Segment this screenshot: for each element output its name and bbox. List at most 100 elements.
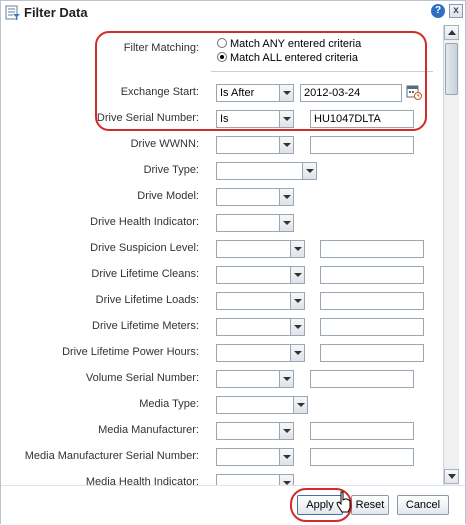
match-all-radio[interactable]: Match ALL entered criteria bbox=[217, 52, 358, 64]
volume-serial-number-label: Volume Serial Number: bbox=[85, 372, 199, 384]
media-manufacturer-label: Media Manufacturer: bbox=[98, 424, 199, 436]
chevron-down-icon bbox=[290, 241, 304, 257]
drive-lifetime-meters-input[interactable] bbox=[320, 318, 424, 336]
drive-suspicion-level-operator-select[interactable] bbox=[216, 240, 305, 258]
chevron-down-icon bbox=[290, 319, 304, 335]
dialog-footer: Apply Reset Cancel bbox=[1, 485, 465, 525]
drive-lifetime-meters-operator-select[interactable] bbox=[216, 318, 305, 336]
chevron-down-icon bbox=[279, 85, 293, 101]
chevron-down-icon bbox=[279, 137, 293, 153]
chevron-down-icon bbox=[279, 449, 293, 465]
media-type-label: Media Type: bbox=[139, 398, 199, 410]
drive-model-select[interactable] bbox=[216, 188, 294, 206]
scrollbar-thumb[interactable] bbox=[445, 43, 458, 95]
drive-lifetime-power-hours-label: Drive Lifetime Power Hours: bbox=[62, 346, 199, 358]
chevron-down-icon bbox=[279, 215, 293, 231]
volume-serial-number-row: Volume Serial Number: bbox=[1, 369, 443, 389]
chevron-down-icon bbox=[279, 475, 293, 485]
drive-model-label: Drive Model: bbox=[137, 190, 199, 202]
close-icon[interactable]: x bbox=[449, 4, 463, 18]
drive-serial-number-operator-value: Is bbox=[220, 113, 229, 125]
drive-lifetime-cleans-row: Drive Lifetime Cleans: bbox=[1, 265, 443, 285]
volume-serial-number-input[interactable] bbox=[310, 370, 414, 388]
drive-health-indicator-select[interactable] bbox=[216, 214, 294, 232]
drive-lifetime-loads-row: Drive Lifetime Loads: bbox=[1, 291, 443, 311]
chevron-down-icon bbox=[279, 111, 293, 127]
vertical-scrollbar[interactable] bbox=[443, 25, 459, 485]
media-manufacturer-serial-number-label: Media Manufacturer Serial Number: bbox=[24, 450, 199, 462]
media-manufacturer-serial-number-input[interactable] bbox=[310, 448, 414, 466]
chevron-down-icon bbox=[279, 371, 293, 387]
media-type-select[interactable] bbox=[216, 396, 308, 414]
drive-lifetime-power-hours-operator-select[interactable] bbox=[216, 344, 305, 362]
media-manufacturer-serial-number-row: Media Manufacturer Serial Number: bbox=[1, 447, 443, 467]
exchange-start-label: Exchange Start: bbox=[120, 86, 199, 98]
media-health-indicator-row: Media Health Indicator: bbox=[1, 473, 443, 485]
radio-unselected-icon bbox=[217, 38, 227, 48]
drive-lifetime-cleans-operator-select[interactable] bbox=[216, 266, 305, 284]
exchange-start-operator-select[interactable]: Is After bbox=[216, 84, 294, 102]
reset-button[interactable]: Reset bbox=[351, 495, 389, 515]
dialog-title: Filter Data bbox=[24, 5, 88, 20]
drive-health-indicator-label: Drive Health Indicator: bbox=[90, 216, 199, 228]
mouse-pointer-icon bbox=[336, 491, 351, 513]
drive-serial-number-input[interactable]: HU1047DLTA bbox=[310, 110, 414, 128]
drive-lifetime-power-hours-row: Drive Lifetime Power Hours: bbox=[1, 343, 443, 363]
scroll-up-icon[interactable] bbox=[444, 25, 459, 40]
scroll-down-icon[interactable] bbox=[444, 469, 459, 484]
chevron-down-icon bbox=[279, 423, 293, 439]
match-any-label: Match ANY entered criteria bbox=[230, 38, 362, 50]
drive-suspicion-level-input[interactable] bbox=[320, 240, 424, 258]
chevron-down-icon bbox=[290, 345, 304, 361]
drive-lifetime-loads-label: Drive Lifetime Loads: bbox=[95, 294, 199, 306]
drive-serial-number-operator-select[interactable]: Is bbox=[216, 110, 294, 128]
drive-lifetime-power-hours-input[interactable] bbox=[320, 344, 424, 362]
exchange-start-row: Exchange Start: Is After 2012-03-24 bbox=[1, 83, 443, 103]
chevron-down-icon bbox=[279, 189, 293, 205]
drive-wwnn-input[interactable] bbox=[310, 136, 414, 154]
drive-lifetime-loads-operator-select[interactable] bbox=[216, 292, 305, 310]
radio-selected-icon bbox=[217, 52, 227, 62]
drive-lifetime-cleans-label: Drive Lifetime Cleans: bbox=[91, 268, 199, 280]
chevron-down-icon bbox=[290, 267, 304, 283]
volume-serial-number-operator-select[interactable] bbox=[216, 370, 294, 388]
match-all-label: Match ALL entered criteria bbox=[230, 52, 358, 64]
drive-serial-number-label: Drive Serial Number: bbox=[96, 112, 199, 124]
cancel-button[interactable]: Cancel bbox=[397, 495, 449, 515]
drive-suspicion-level-label: Drive Suspicion Level: bbox=[90, 242, 199, 254]
drive-wwnn-label: Drive WWNN: bbox=[130, 138, 199, 150]
drive-type-label: Drive Type: bbox=[143, 164, 199, 176]
dialog-titlebar: Filter Data ? x bbox=[1, 1, 465, 25]
drive-lifetime-meters-row: Drive Lifetime Meters: bbox=[1, 317, 443, 337]
drive-lifetime-loads-input[interactable] bbox=[320, 292, 424, 310]
media-manufacturer-row: Media Manufacturer: bbox=[1, 421, 443, 441]
drive-type-row: Drive Type: bbox=[1, 161, 443, 181]
drive-serial-number-row: Drive Serial Number: Is HU1047DLTA bbox=[1, 109, 443, 129]
media-manufacturer-operator-select[interactable] bbox=[216, 422, 294, 440]
drive-wwnn-operator-select[interactable] bbox=[216, 136, 294, 154]
chevron-down-icon bbox=[290, 293, 304, 309]
calendar-icon[interactable] bbox=[406, 84, 422, 100]
drive-lifetime-meters-label: Drive Lifetime Meters: bbox=[92, 320, 199, 332]
media-health-indicator-select[interactable] bbox=[216, 474, 294, 485]
drive-suspicion-level-row: Drive Suspicion Level: bbox=[1, 239, 443, 259]
filter-dialog-icon bbox=[5, 5, 20, 20]
help-icon[interactable]: ? bbox=[431, 4, 445, 18]
match-any-radio[interactable]: Match ANY entered criteria bbox=[217, 38, 361, 50]
chevron-down-icon bbox=[293, 397, 307, 413]
drive-type-select[interactable] bbox=[216, 162, 317, 180]
drive-model-row: Drive Model: bbox=[1, 187, 443, 207]
drive-health-indicator-row: Drive Health Indicator: bbox=[1, 213, 443, 233]
filter-matching-label: Filter Matching: bbox=[123, 42, 199, 54]
filter-matching-row: Filter Matching: Match ANY entered crite… bbox=[1, 38, 443, 64]
exchange-start-date-input[interactable]: 2012-03-24 bbox=[300, 84, 402, 102]
drive-wwnn-row: Drive WWNN: bbox=[1, 135, 443, 155]
drive-lifetime-cleans-input[interactable] bbox=[320, 266, 424, 284]
exchange-start-operator-value: Is After bbox=[220, 87, 255, 99]
media-manufacturer-serial-number-operator-select[interactable] bbox=[216, 448, 294, 466]
chevron-down-icon bbox=[302, 163, 316, 179]
filter-form: Filter Matching: Match ANY entered crite… bbox=[1, 25, 443, 485]
media-type-row: Media Type: bbox=[1, 395, 443, 415]
filter-data-dialog: Filter Data ? x Filter Matching: Match A… bbox=[0, 0, 466, 525]
media-manufacturer-input[interactable] bbox=[310, 422, 414, 440]
